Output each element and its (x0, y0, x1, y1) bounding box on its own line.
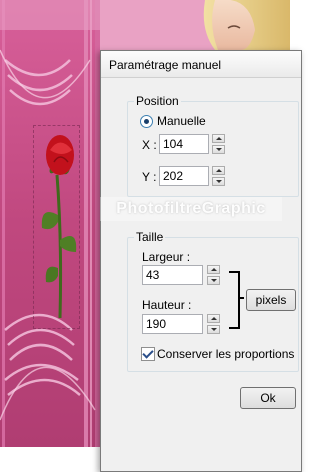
manual-radio[interactable] (140, 115, 153, 128)
keep-proportions-label: Conserver les proportions (157, 347, 295, 361)
y-spin-up-icon[interactable] (212, 166, 225, 175)
ok-button[interactable]: Ok (240, 387, 296, 409)
x-spin-down-icon[interactable] (212, 145, 225, 154)
watermark: PhotofiltreGraphic (100, 197, 282, 221)
x-spinner[interactable] (212, 134, 225, 154)
manual-radio-label: Manuelle (157, 114, 206, 128)
position-legend: Position (134, 94, 181, 108)
height-label: Hauteur : (142, 298, 192, 312)
height-spin-down-icon[interactable] (207, 325, 220, 334)
y-input[interactable] (159, 166, 209, 186)
height-spin-up-icon[interactable] (207, 314, 220, 323)
dialog-titlebar[interactable]: Paramétrage manuel (101, 51, 301, 78)
y-spin-down-icon[interactable] (212, 177, 225, 186)
selection-frame (33, 125, 80, 329)
dialog-title: Paramétrage manuel (109, 58, 222, 72)
width-label: Largeur : (142, 250, 191, 264)
width-input[interactable] (142, 265, 203, 285)
x-label: X : (142, 138, 157, 152)
width-spin-down-icon[interactable] (207, 276, 220, 285)
width-spinner[interactable] (207, 265, 220, 285)
size-legend: Taille (134, 230, 166, 244)
height-input[interactable] (142, 314, 203, 334)
proportion-bracket-tick (238, 297, 244, 299)
keep-proportions-checkbox[interactable] (141, 347, 155, 361)
pixels-unit-button[interactable]: pixels (246, 289, 296, 311)
proportion-bracket (229, 271, 240, 329)
width-spin-up-icon[interactable] (207, 265, 220, 274)
x-spin-up-icon[interactable] (212, 134, 225, 143)
y-label: Y : (142, 170, 157, 184)
height-spinner[interactable] (207, 314, 220, 334)
y-spinner[interactable] (212, 166, 225, 186)
x-input[interactable] (159, 134, 209, 154)
